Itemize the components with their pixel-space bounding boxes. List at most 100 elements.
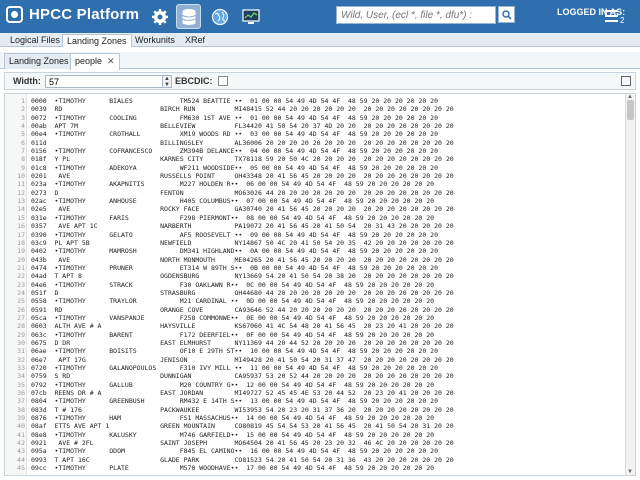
- line-number: 13: [17, 197, 25, 206]
- line-text: 09cc •TIMOTHY PLATE M570 WOODHAVE•• 17 0…: [31, 464, 435, 473]
- line-text: 0201 AVE RUSSELLS POINT OH43348 20 41 56…: [31, 172, 454, 181]
- hex-line: 15 031e •TIMOTHY FARIS F298 PIERMONT•• 08…: [5, 214, 625, 222]
- database-icon[interactable]: [176, 4, 201, 29]
- line-text: 02ac •TIMOTHY ANHOUSE H405 COLUMBUS•• 07…: [31, 197, 435, 206]
- top-header: HPCC Platform LOGGED IN AS: 2: [0, 0, 640, 33]
- line-number: 30: [17, 338, 25, 347]
- vertical-scrollbar[interactable]: ▲ ▼: [625, 94, 635, 475]
- hex-line: 8 018f Y PL KARNES CITY TX78118 59 20 50 …: [5, 155, 625, 163]
- search-icon[interactable]: [498, 6, 515, 23]
- line-text: 0591 RD ORANGE COVE CA93646 52 44 20 20 …: [31, 305, 454, 314]
- ebcdic-checkbox[interactable]: [218, 76, 228, 86]
- tab-workunits[interactable]: Workunits: [131, 34, 179, 47]
- hex-line: 12 0273 D FENTON MO63026 44 20 20 20 20 2…: [5, 189, 625, 197]
- line-number: 21: [17, 263, 25, 272]
- tab-landing-zones-list[interactable]: Landing Zones: [4, 53, 74, 69]
- line-number: 4: [21, 122, 25, 131]
- line-number: 38: [17, 405, 25, 414]
- tab-logical-files[interactable]: Logical Files: [6, 34, 64, 47]
- menu-icon[interactable]: 2: [604, 6, 626, 28]
- line-number: 8: [21, 155, 25, 164]
- main-tab-bar: Logical Files Landing Zones Workunits XR…: [0, 33, 640, 47]
- line-text: 04ad T APT 8 OGDENSBURG NY13669 54 20 41…: [31, 272, 454, 281]
- line-text: 07cb REENS DR # A EAST JORDAN MI49727 52…: [31, 389, 454, 398]
- width-spinner[interactable]: ▲ ▼: [162, 75, 172, 88]
- scroll-down-icon[interactable]: ▼: [627, 469, 633, 475]
- hex-line: 43 095a •TIMOTHY ODOM F845 EL CAMINO•• 16…: [5, 447, 625, 455]
- line-text: 0675 D DR EAST ELMHURST NY11369 44 20 44…: [31, 338, 454, 347]
- line-text: 06ae •TIMOTHY BOISITS OF10 E 29TH ST•• 1…: [31, 347, 438, 356]
- line-text: 0039 RD BIRCH RUN MI48415 52 44 20 20 20…: [31, 105, 454, 114]
- close-icon[interactable]: ✕: [107, 56, 115, 66]
- hex-line: 23 04e6 •TIMOTHY STRACK F30 OAKLAWN R•• 0…: [5, 281, 625, 289]
- hex-line: 27 05ca •TIMOTHY VANSPANJE F258 COMMONWE•…: [5, 314, 625, 322]
- search-input[interactable]: [337, 7, 495, 23]
- line-text: 05ca •TIMOTHY VANSPANJE F258 COMMONWE•• …: [31, 313, 435, 322]
- line-number: 7: [21, 147, 25, 156]
- app-title: HPCC Platform: [29, 6, 140, 23]
- line-text: 0156 •TIMOTHY COFRANCESCO ZM394B DELANCE…: [31, 147, 438, 156]
- line-number: 34: [17, 372, 25, 381]
- line-number: 15: [17, 213, 25, 222]
- width-field[interactable]: [45, 75, 163, 88]
- line-number: 37: [17, 397, 25, 406]
- hex-line: 20 043b AVE NORTH MONMOUTH ME04265 20 41 …: [5, 256, 625, 264]
- hex-line: 19 0402 •TIMOTHY MAMROSH DM341 HIGHLAND••…: [5, 247, 625, 255]
- tab-xref[interactable]: XRef: [181, 34, 209, 47]
- search-box[interactable]: [336, 6, 496, 24]
- hex-line: 10 0201 AVE RUSSELLS POINT OH43348 20 41 …: [5, 172, 625, 180]
- hex-line: 42 0921 AVE # 2FL SAINT JOSEPH MO64504 20…: [5, 439, 625, 447]
- line-number: 17: [17, 230, 25, 239]
- line-number: 29: [17, 330, 25, 339]
- line-number: 39: [17, 414, 25, 423]
- line-number: 23: [17, 280, 25, 289]
- hex-line: 11 023a •TIMOTHY AKAPNITIS M227 HOLDEN R•…: [5, 180, 625, 188]
- line-number: 41: [17, 430, 25, 439]
- line-text: 043b AVE NORTH MONMOUTH ME04265 20 41 56…: [31, 255, 454, 264]
- hex-line: 33 0720 •TIMOTHY GALANOPOULOS F310 IVY MI…: [5, 364, 625, 372]
- scroll-thumb[interactable]: [627, 100, 634, 120]
- tab-landing-zones[interactable]: Landing Zones: [62, 34, 132, 47]
- line-number: 36: [17, 389, 25, 398]
- gear-icon[interactable]: [147, 4, 172, 29]
- line-text: 031e •TIMOTHY FARIS F298 PIERMONT•• 08 0…: [31, 213, 435, 222]
- line-text: 011d BILLINGSLEY AL36006 20 20 20 20 20 …: [31, 138, 454, 147]
- line-text: 023a •TIMOTHY AKAPNITIS M227 HOLDEN R•• …: [31, 180, 435, 189]
- line-text: 02e5 AVE ROCKY FACE GA30740 20 41 56 45 …: [31, 205, 454, 214]
- line-number: 26: [17, 305, 25, 314]
- brand[interactable]: HPCC Platform: [6, 6, 139, 23]
- line-text: 08e8 •TIMOTHY KALUSKY M746 GARFIELD•• 15…: [31, 430, 435, 439]
- line-number: 2: [21, 105, 25, 114]
- line-number: 28: [17, 322, 25, 331]
- hex-line: 44 0993 T APT 16C GLADE PARK CO81523 54 2…: [5, 456, 625, 464]
- line-text: 0357 AVE APT 1C NARBERTH PA19072 20 41 5…: [31, 222, 454, 231]
- tab-people-file[interactable]: people ✕: [70, 53, 120, 70]
- line-number: 20: [17, 255, 25, 264]
- hex-line: 25 0558 •TIMOTHY TRAYLOR M21 CARDINAL •• …: [5, 297, 625, 305]
- line-text: 0792 •TIMOTHY GALLUB M20 COUNTRY G•• 12 …: [31, 380, 435, 389]
- line-text: 08af ETTS AVE APT 1 GREEN MOUNTAIN CO808…: [31, 422, 454, 431]
- line-number: 6: [21, 138, 25, 147]
- hex-line: 28 0603 ALTH AVE # A HAYSVILLE KS67060 41…: [5, 322, 625, 330]
- hex-line: 21 0474 •TIMOTHY PRUNER ET314 W 89TH S•• …: [5, 264, 625, 272]
- hex-line: 38 083d T # 176 PACKWAUKEE WI53953 54 20 …: [5, 406, 625, 414]
- hex-line: 31 06ae •TIMOTHY BOISITS OF10 E 29TH ST••…: [5, 347, 625, 355]
- line-number: 25: [17, 297, 25, 306]
- line-text: 0993 T APT 16C GLADE PARK CO81523 54 20 …: [31, 455, 454, 464]
- line-text: 0558 •TIMOTHY TRAYLOR M21 CARDINAL •• 0D…: [31, 297, 435, 306]
- hex-lines: 1 0000 •TIMOTHY BIALES TM524 BEATTIE •• 0…: [5, 97, 625, 472]
- line-text: 0603 ALTH AVE # A HAYSVILLE KS67060 41 4…: [31, 322, 454, 331]
- file-hex-viewer[interactable]: 1 0000 •TIMOTHY BIALES TM524 BEATTIE •• 0…: [4, 93, 636, 476]
- line-number: 35: [17, 380, 25, 389]
- tab-label: people: [75, 56, 103, 66]
- line-number: 42: [17, 439, 25, 448]
- monitor-icon[interactable]: [238, 4, 263, 29]
- globe-icon[interactable]: [207, 4, 232, 29]
- line-text: 0720 •TIMOTHY GALANOPOULOS F310 IVY MILL…: [31, 364, 438, 372]
- file-tab-bar: Landing Zones people ✕: [0, 52, 640, 70]
- hex-line: 35 0792 •TIMOTHY GALLUB M20 COUNTRY G•• 1…: [5, 381, 625, 389]
- line-number: 19: [17, 247, 25, 256]
- line-number: 18: [17, 238, 25, 247]
- line-number: 44: [17, 455, 25, 464]
- maximize-icon[interactable]: [621, 76, 631, 86]
